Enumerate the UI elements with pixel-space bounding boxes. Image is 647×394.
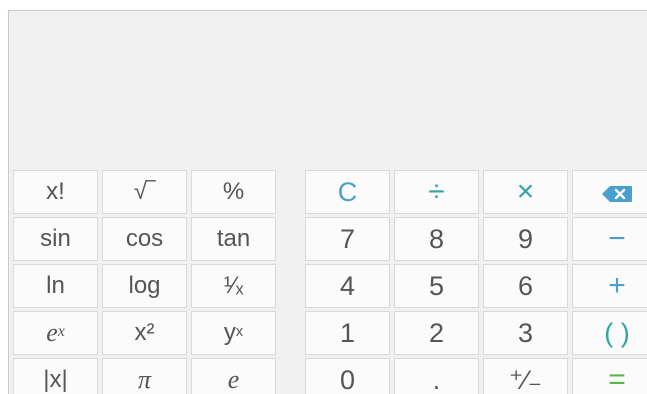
- cos-button[interactable]: cos: [102, 217, 187, 261]
- clear-button[interactable]: C: [305, 170, 390, 214]
- equals-button[interactable]: =: [572, 358, 647, 394]
- digit-9-button[interactable]: 9: [483, 217, 568, 261]
- multiply-button[interactable]: ×: [483, 170, 568, 214]
- digit-6-button[interactable]: 6: [483, 264, 568, 308]
- backspace-button[interactable]: [572, 170, 647, 214]
- plus-button[interactable]: +: [572, 264, 647, 308]
- pi-button[interactable]: π: [102, 358, 187, 394]
- digit-2-button[interactable]: 2: [394, 311, 479, 355]
- divide-button[interactable]: ÷: [394, 170, 479, 214]
- calculator-window: x! √‾ % C ÷ × sin cos tan 7 8 9 − ln log…: [8, 10, 647, 394]
- percent-button[interactable]: %: [191, 170, 276, 214]
- sin-button[interactable]: sin: [13, 217, 98, 261]
- digit-8-button[interactable]: 8: [394, 217, 479, 261]
- absolute-value-button[interactable]: |x|: [13, 358, 98, 394]
- reciprocal-button[interactable]: ¹⁄ₓ: [191, 264, 276, 308]
- decimal-button[interactable]: .: [394, 358, 479, 394]
- digit-7-button[interactable]: 7: [305, 217, 390, 261]
- tan-button[interactable]: tan: [191, 217, 276, 261]
- exp-button[interactable]: ex: [13, 311, 98, 355]
- backspace-icon: [601, 183, 633, 202]
- parentheses-button[interactable]: ( ): [572, 311, 647, 355]
- digit-3-button[interactable]: 3: [483, 311, 568, 355]
- digit-0-button[interactable]: 0: [305, 358, 390, 394]
- minus-button[interactable]: −: [572, 217, 647, 261]
- factorial-button[interactable]: x!: [13, 170, 98, 214]
- negate-button[interactable]: ⁺⁄₋: [483, 358, 568, 394]
- euler-button[interactable]: e: [191, 358, 276, 394]
- square-root-button[interactable]: √‾: [102, 170, 187, 214]
- digit-5-button[interactable]: 5: [394, 264, 479, 308]
- power-button[interactable]: yx: [191, 311, 276, 355]
- digit-4-button[interactable]: 4: [305, 264, 390, 308]
- digit-1-button[interactable]: 1: [305, 311, 390, 355]
- square-button[interactable]: x²: [102, 311, 187, 355]
- calculator-display: [9, 11, 647, 169]
- ln-button[interactable]: ln: [13, 264, 98, 308]
- log-button[interactable]: log: [102, 264, 187, 308]
